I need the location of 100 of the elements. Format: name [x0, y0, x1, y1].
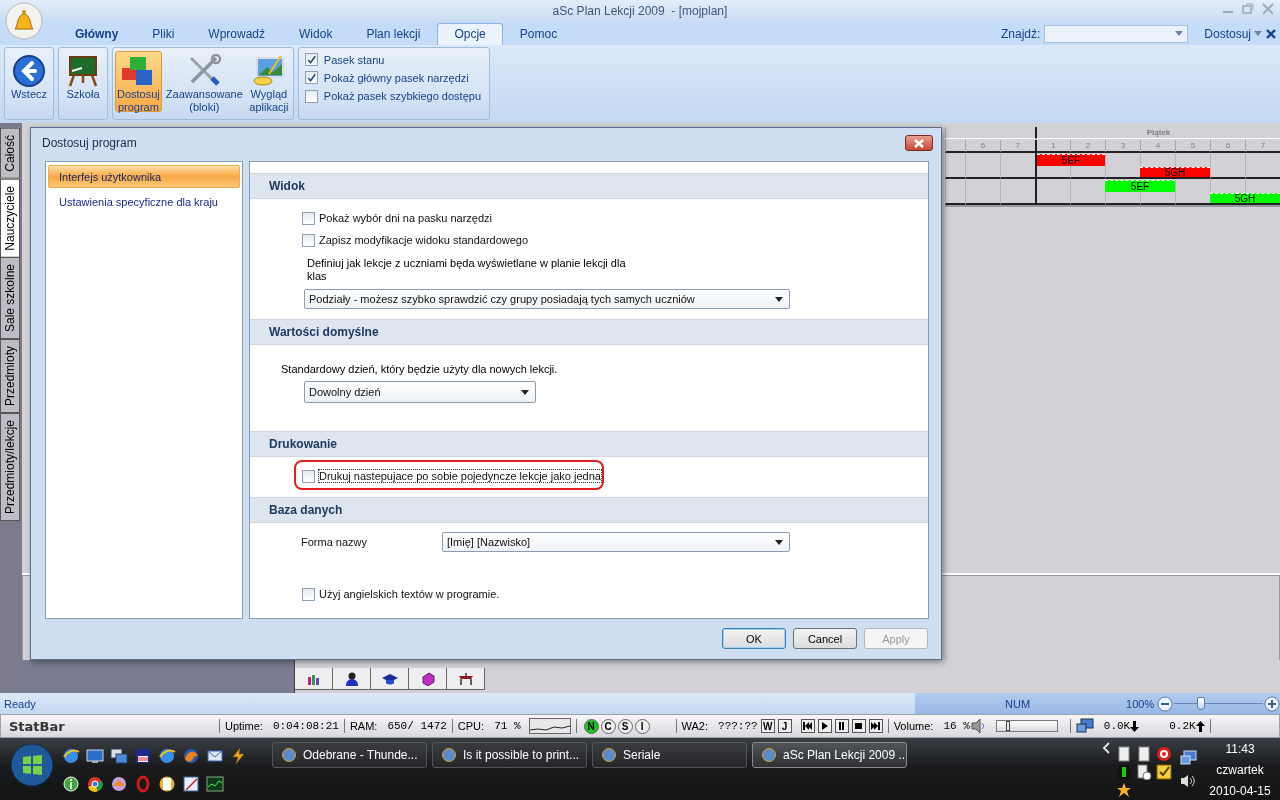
lesson-bar[interactable]: 5GH [1210, 193, 1280, 203]
ribbon-button[interactable]: Wygląd aplikacji [246, 51, 291, 112]
ribbon-tab[interactable]: Główny [58, 23, 136, 45]
checkbox[interactable] [302, 233, 315, 247]
side-tab[interactable]: Całość [0, 128, 20, 179]
ribbon-button[interactable]: Zaawansowane (bloki) [163, 51, 245, 112]
pause-button[interactable] [834, 719, 849, 733]
taskbar-button[interactable]: aSc Plan Lekcji 2009 ... [752, 742, 907, 768]
ribbon-tab[interactable]: Opcje [437, 23, 503, 45]
timetable-cell [1035, 192, 1070, 205]
server-icon[interactable] [1116, 746, 1132, 762]
checkbox[interactable] [302, 469, 315, 483]
lesson-bar[interactable]: 5GH [1140, 167, 1210, 177]
monitor-icon[interactable] [86, 747, 104, 765]
checkbox[interactable] [304, 89, 318, 103]
dialog-button[interactable]: OK [722, 628, 786, 649]
dropdown[interactable]: Dowolny dzień [304, 381, 536, 403]
customize-menu[interactable]: Dostosuj [1204, 26, 1262, 41]
star-icon[interactable] [1116, 782, 1132, 798]
dropdown[interactable]: Podziały - możesz szybko sprawdzić czy grupy posiadają tych samych uczniów [304, 289, 790, 309]
dialog-button[interactable]: Cancel [793, 628, 857, 649]
timetable-cell [1105, 192, 1140, 205]
side-tab[interactable]: Przedmioty/lekcje [0, 413, 20, 522]
globe-icon[interactable] [158, 747, 176, 765]
section-header: Drukowanie [250, 431, 928, 457]
nav-item[interactable]: Interfejs użytkownika [48, 165, 240, 188]
ribbon-tab[interactable]: Wprowadź [191, 23, 283, 45]
previous-icon [803, 722, 813, 730]
sheet-tab[interactable] [409, 668, 447, 690]
toggle-button[interactable]: N [583, 718, 599, 734]
network-icon[interactable] [1180, 750, 1198, 766]
ribbon-tab[interactable]: Pliki [135, 23, 192, 45]
zoom-slider[interactable] [1174, 696, 1263, 711]
side-tab[interactable]: Sale szkolne [0, 257, 20, 340]
toggle-button[interactable]: I [634, 718, 650, 734]
cpu-value: 71 % [494, 720, 521, 732]
wheel-icon[interactable] [86, 775, 104, 793]
paper-icon[interactable] [158, 775, 176, 793]
document-icon[interactable] [1136, 764, 1152, 780]
side-tab[interactable]: Przedmioty [0, 339, 20, 414]
ribbon-tab[interactable]: Plan lekcji [349, 23, 438, 45]
lesson-bar[interactable]: 5EF [1105, 180, 1175, 192]
taskbar-button[interactable]: Seriale [592, 742, 747, 768]
pen-icon[interactable] [182, 775, 200, 793]
windows-icon[interactable] [110, 747, 128, 765]
ribbon-button[interactable]: Dostosuj program [115, 51, 162, 112]
ball-icon[interactable] [110, 775, 128, 793]
ribbon-button[interactable]: Wstecz [7, 51, 51, 112]
sheet-tab[interactable] [371, 668, 409, 690]
slider-thumb[interactable] [1005, 721, 1010, 731]
info-icon[interactable] [62, 775, 80, 793]
close-icon[interactable] [1266, 28, 1276, 39]
player-button[interactable]: W [760, 719, 775, 733]
previous-button[interactable] [800, 719, 815, 733]
nav-item[interactable]: Ustawienia specyficzne dla kraju [48, 190, 240, 213]
sheet-tab[interactable] [447, 668, 485, 690]
checkbox[interactable] [304, 53, 318, 67]
find-label: Znajdź: [1000, 26, 1041, 41]
chart-icon[interactable] [206, 775, 224, 793]
server-icon[interactable] [1136, 746, 1152, 762]
toggle-button[interactable]: S [617, 718, 633, 734]
envelope-icon[interactable] [206, 747, 224, 765]
speaker-icon[interactable] [1180, 774, 1196, 788]
checkbox[interactable] [304, 71, 318, 85]
sheet-tab[interactable] [333, 668, 371, 690]
ribbon-button[interactable]: Szkoła [61, 51, 105, 112]
ribbon-tab[interactable]: Widok [282, 23, 350, 45]
period-number: 5 [1175, 140, 1210, 153]
checkbox[interactable] [302, 587, 315, 601]
globe-icon[interactable] [62, 747, 80, 765]
side-tab[interactable]: Nauczyciele [0, 178, 20, 258]
find-field[interactable] [1044, 24, 1189, 43]
period-number: 3 [1105, 140, 1140, 153]
ribbon-tab[interactable]: Pomoc [502, 23, 575, 45]
zoom-in-icon[interactable] [1264, 695, 1280, 712]
clock[interactable]: 11:43 czwartek 2010-04-15 [1204, 742, 1276, 798]
dropdown[interactable]: [Imię] [Nazwisko] [442, 532, 790, 552]
taskbar-button[interactable]: Odebrane - Thunde... [272, 742, 427, 768]
checkbox-label: Pokaż pasek szybkiego dostępu [323, 90, 481, 103]
next-button[interactable] [868, 719, 883, 733]
zoom-out-icon[interactable] [1157, 695, 1174, 712]
close-button[interactable] [905, 135, 933, 151]
ring-icon[interactable] [134, 775, 152, 793]
checkbox-label: Użyj angielskich textów w programie. [319, 588, 500, 600]
stop-button[interactable] [851, 719, 866, 733]
lesson-bar[interactable]: 5EF [1037, 154, 1105, 166]
start-button[interactable] [10, 743, 54, 787]
globe-icon[interactable] [182, 747, 200, 765]
notepad-check-icon[interactable] [1156, 764, 1172, 780]
taskbar-button[interactable]: Is it possible to print... [432, 742, 587, 768]
play-button[interactable] [817, 719, 832, 733]
window-title: aSc Plan Lekcji 2009 - [mojplan] [552, 4, 728, 18]
player-button[interactable]: J [777, 719, 792, 733]
target-icon[interactable] [1156, 746, 1172, 762]
stop-icon [854, 722, 864, 730]
checkbox[interactable] [302, 211, 315, 225]
volume-slider[interactable] [995, 720, 1058, 732]
chevron-icon[interactable] [1102, 742, 1110, 754]
toggle-button[interactable]: C [600, 718, 616, 734]
slider-thumb[interactable] [1196, 696, 1205, 710]
